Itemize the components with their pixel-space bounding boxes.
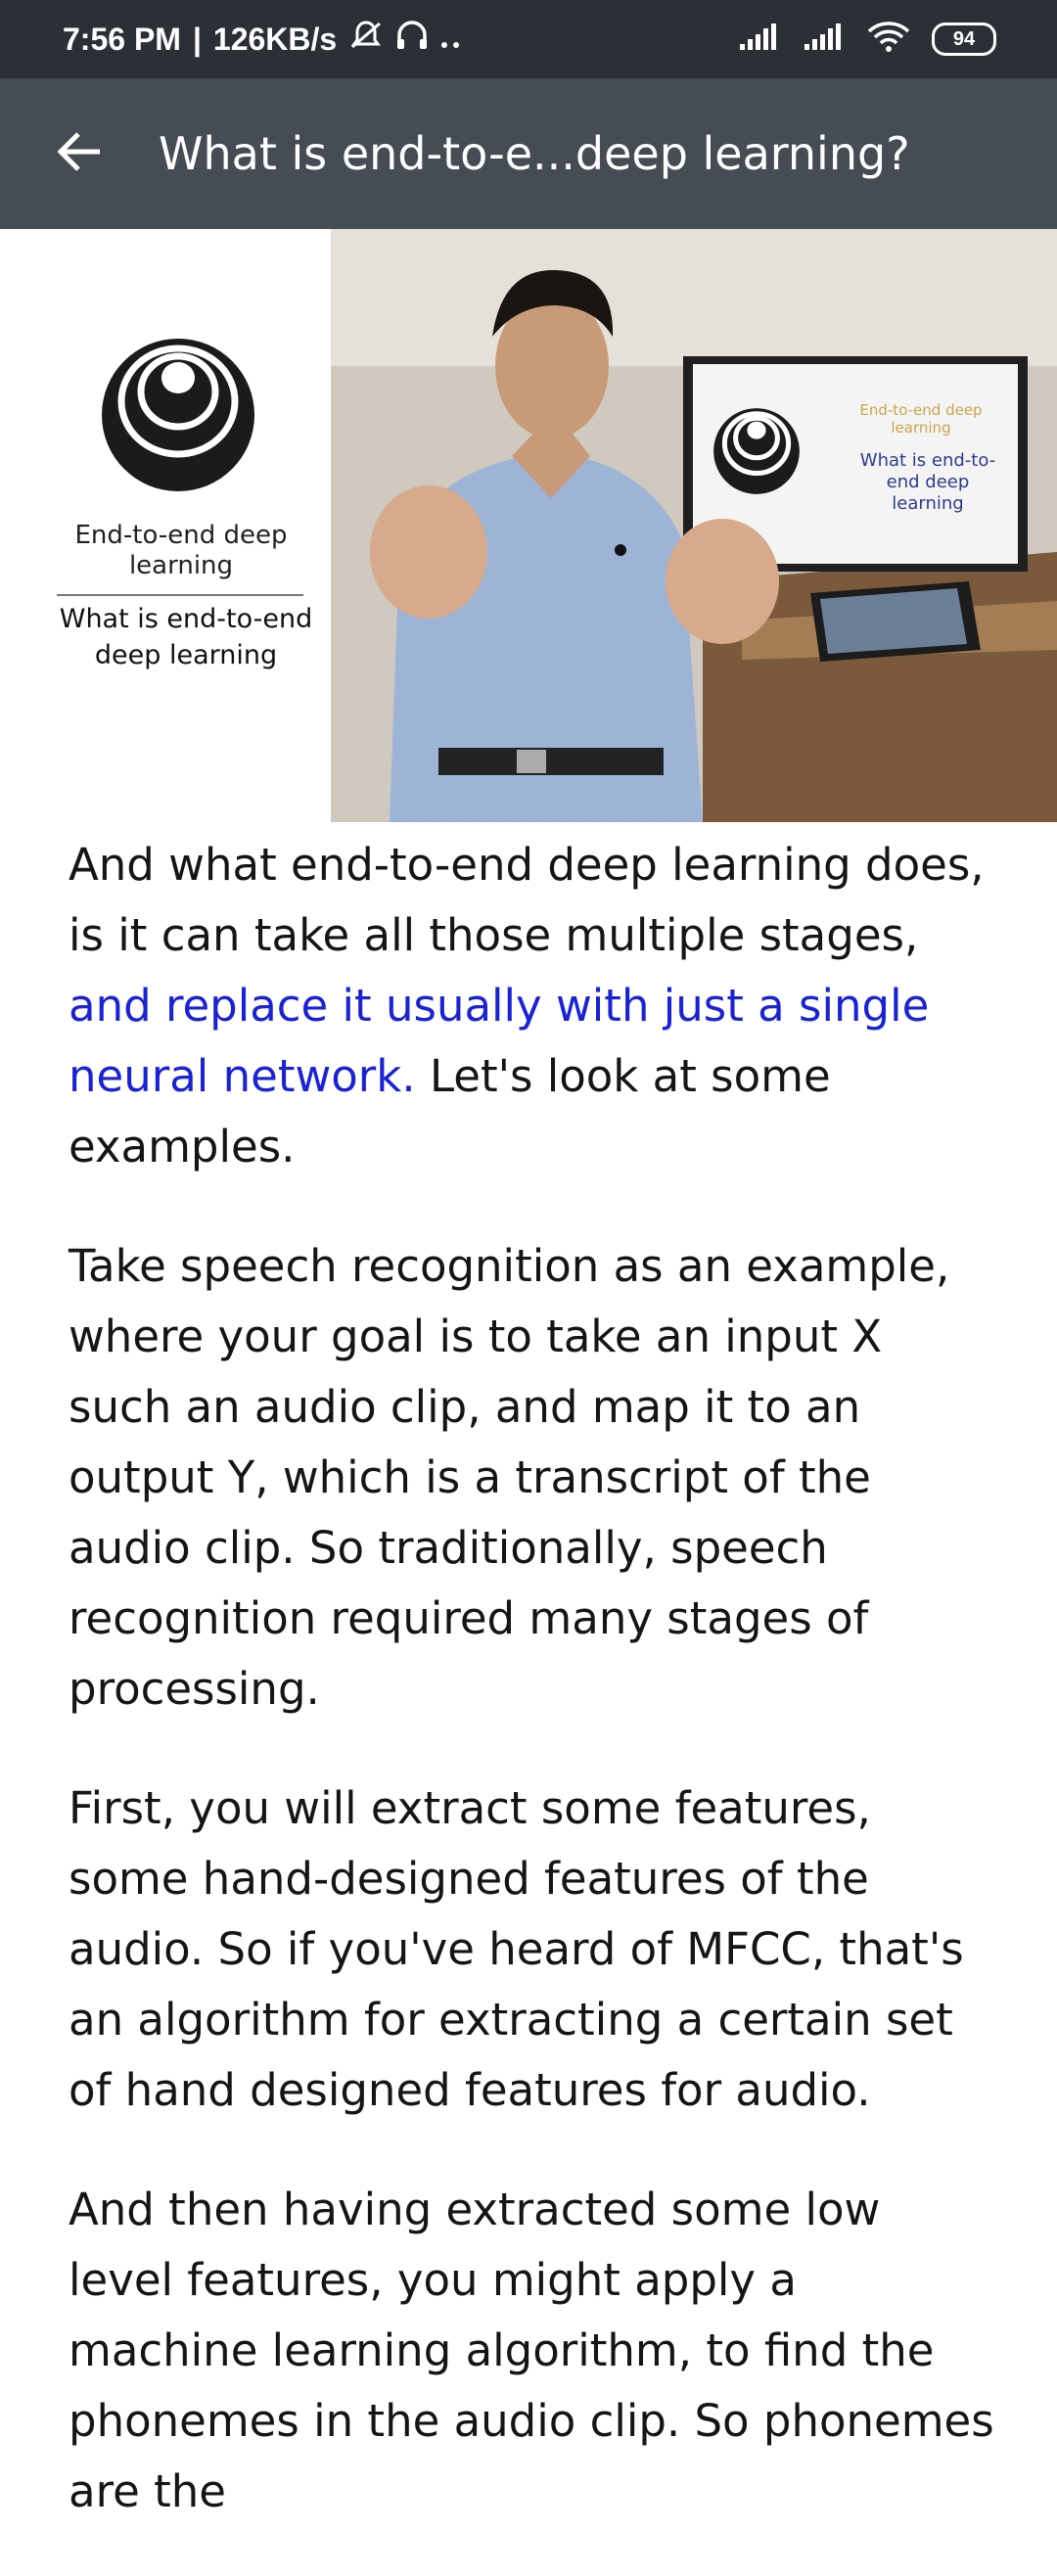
more-dots-icon — [440, 22, 462, 58]
slide-heading: End-to-end deep learning — [74, 521, 288, 580]
back-button[interactable] — [37, 112, 121, 196]
status-bar: 7:56 PM | 126KB/s 94 — [0, 0, 1057, 78]
clock: 7:56 PM — [63, 21, 181, 57]
status-left: 7:56 PM | 126KB/s — [63, 0, 462, 78]
headphones-icon — [395, 18, 429, 61]
video-frame[interactable]: End-to-end deep learning What is end-to-… — [331, 229, 1057, 822]
transcript: And what end-to-end deep learning does, … — [69, 830, 998, 2576]
wifi-icon — [867, 21, 910, 58]
signal-icon — [803, 23, 846, 57]
network-speed: 126KB/s — [212, 21, 338, 57]
slide-panel: End-to-end deep learning What is end-to-… — [0, 229, 331, 822]
transcript-paragraph[interactable]: And what end-to-end deep learning does, … — [69, 830, 998, 1182]
app-bar: What is end-to-e...deep learning? — [0, 78, 1057, 229]
slide-divider — [57, 594, 303, 596]
alarm-off-icon — [348, 18, 384, 61]
status-separator: | — [192, 21, 202, 57]
transcript-paragraph[interactable]: First, you will extract some features, s… — [69, 1773, 998, 2126]
transcript-paragraph[interactable]: Take speech recognition as an example, w… — [69, 1231, 998, 1725]
presenter-figure — [370, 269, 779, 822]
signal-icon — [738, 23, 781, 57]
transcript-paragraph[interactable]: And then having extracted some low level… — [69, 2175, 998, 2527]
status-right: 94 — [738, 0, 996, 78]
concentric-circles-logo — [100, 337, 256, 497]
transcript-text: And what end-to-end deep learning does, … — [69, 839, 985, 961]
slide-subheading: What is end-to-end deep learning — [59, 604, 313, 670]
battery-indicator: 94 — [932, 23, 996, 56]
video-player[interactable]: End-to-end deep learning What is end-to-… — [0, 229, 1057, 822]
page-title: What is end-to-e...deep learning? — [159, 127, 910, 180]
back-arrow-icon — [55, 130, 104, 177]
